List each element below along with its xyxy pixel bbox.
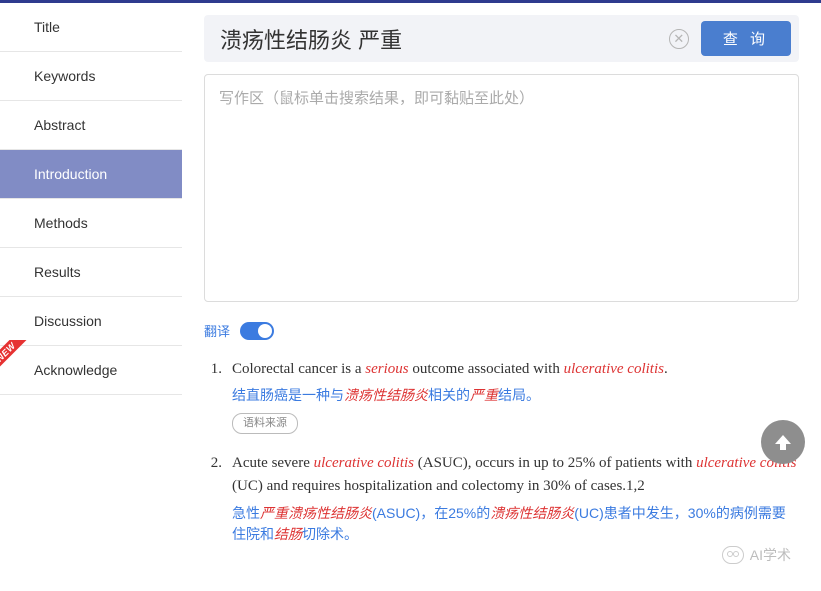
sidebar-item-label: Acknowledge: [34, 362, 117, 378]
sidebar-item-label: Results: [34, 264, 81, 280]
sidebar: Title Keywords Abstract Introduction Methods…: [0, 3, 182, 591]
result-chinese: 急性严重溃疡性结肠炎(ASUC)，在25%的溃疡性结肠炎(UC)患者中发生，30…: [232, 503, 799, 546]
sidebar-item-label: Abstract: [34, 117, 85, 133]
translate-label: 翻译: [204, 321, 230, 340]
layout: Title Keywords Abstract Introduction Methods…: [0, 3, 821, 591]
sidebar-item-introduction[interactable]: Introduction: [0, 150, 182, 199]
scroll-top-button[interactable]: [761, 420, 805, 464]
sidebar-item-keywords[interactable]: Keywords: [0, 52, 182, 101]
arrow-up-icon: [771, 430, 795, 454]
translate-row: 翻译: [204, 321, 799, 340]
results-list: 1.Colorectal cancer is a serious outcome…: [204, 358, 799, 546]
search-row: 溃疡性结肠炎 严重 查 询: [204, 15, 799, 62]
source-button[interactable]: 语料来源: [232, 413, 298, 434]
result-english: Acute severe ulcerative colitis (ASUC), …: [232, 452, 799, 499]
sidebar-item-title[interactable]: Title: [0, 3, 182, 52]
sidebar-item-label: Discussion: [34, 313, 102, 329]
new-badge: [0, 340, 34, 380]
query-button[interactable]: 查 询: [701, 21, 791, 56]
sidebar-item-label: Introduction: [34, 166, 107, 182]
result-body: Colorectal cancer is a serious outcome a…: [232, 358, 799, 434]
sidebar-item-label: Keywords: [34, 68, 95, 84]
result-body: Acute severe ulcerative colitis (ASUC), …: [232, 452, 799, 546]
result-item[interactable]: 1.Colorectal cancer is a serious outcome…: [204, 358, 799, 434]
write-area[interactable]: [204, 74, 799, 302]
sidebar-item-results[interactable]: Results: [0, 248, 182, 297]
main-panel: 溃疡性结肠炎 严重 查 询 翻译 1.Colorectal cancer is …: [182, 3, 821, 591]
sidebar-item-label: Methods: [34, 215, 88, 231]
sidebar-item-methods[interactable]: Methods: [0, 199, 182, 248]
result-english: Colorectal cancer is a serious outcome a…: [232, 358, 799, 381]
result-item[interactable]: 2.Acute severe ulcerative colitis (ASUC)…: [204, 452, 799, 546]
sidebar-item-acknowledge[interactable]: Acknowledge: [0, 346, 182, 395]
result-chinese: 结直肠癌是一种与溃疡性结肠炎相关的严重结局。: [232, 385, 799, 407]
sidebar-item-discussion[interactable]: Discussion: [0, 297, 182, 346]
search-input[interactable]: 溃疡性结肠炎 严重: [220, 23, 669, 55]
result-number: 1.: [204, 358, 232, 434]
sidebar-item-label: Title: [34, 19, 60, 35]
clear-icon[interactable]: [669, 29, 689, 49]
sidebar-item-abstract[interactable]: Abstract: [0, 101, 182, 150]
result-number: 2.: [204, 452, 232, 546]
translate-toggle[interactable]: [240, 322, 274, 340]
